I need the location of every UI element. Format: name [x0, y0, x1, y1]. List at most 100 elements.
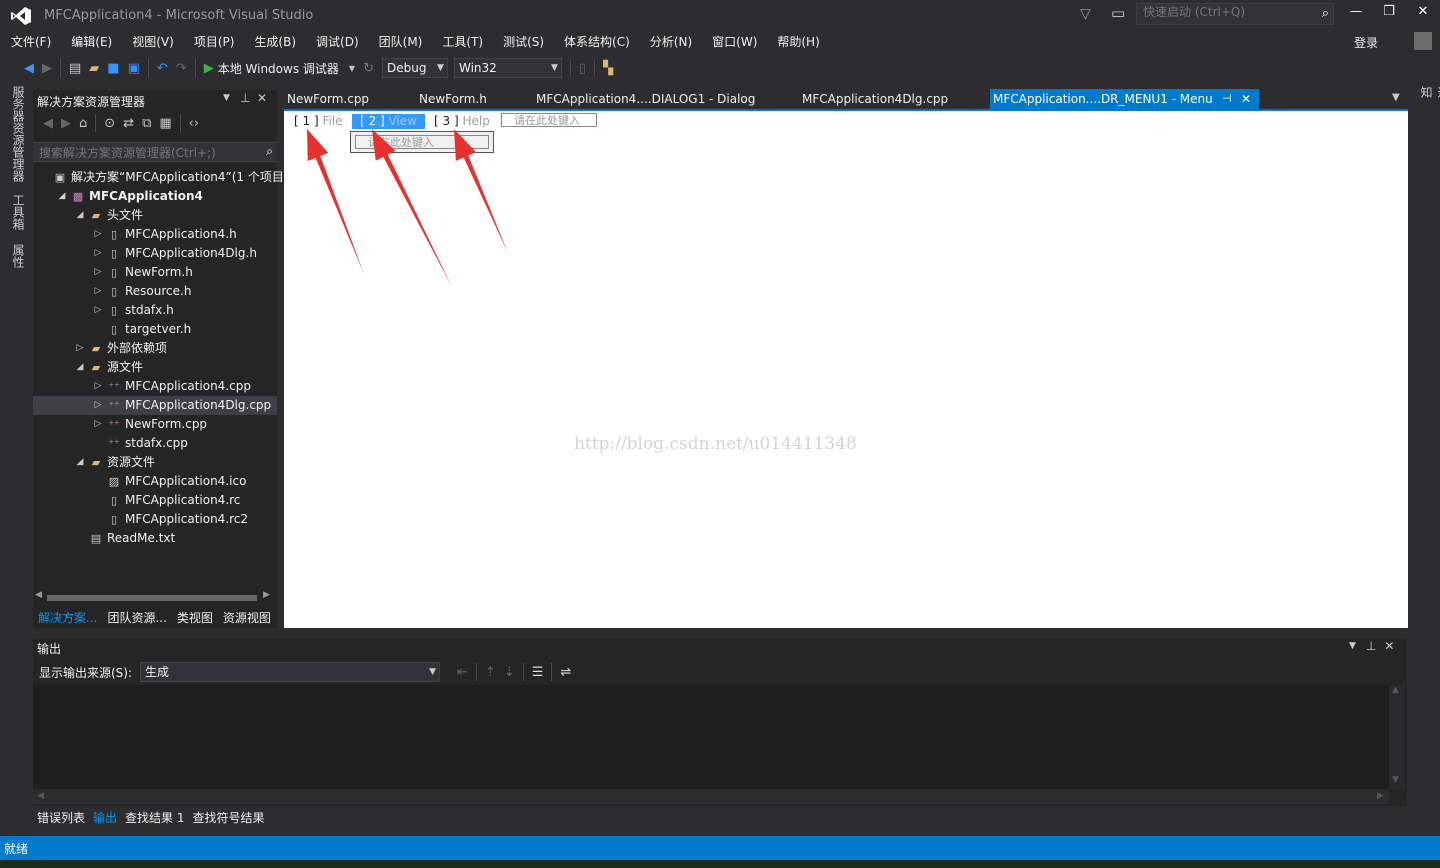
- tab-team-explorer[interactable]: 团队资源...: [102, 608, 171, 628]
- tree-item[interactable]: ◢ ▰ 资源文件: [33, 453, 277, 472]
- expand-arrow-icon[interactable]: ▷: [93, 263, 103, 282]
- tree-item[interactable]: ▷ ⁺⁺ MFCApplication4Dlg.cpp: [33, 396, 277, 415]
- menu-test[interactable]: 测试(S): [493, 30, 554, 54]
- menu-help[interactable]: 帮助(H): [767, 30, 829, 54]
- output-text-area[interactable]: [33, 685, 1389, 789]
- expand-arrow-icon[interactable]: ▷: [93, 415, 103, 434]
- go-to-message-icon[interactable]: ⇤: [457, 665, 468, 680]
- expand-arrow-icon[interactable]: ▷: [93, 396, 103, 415]
- menu-debug[interactable]: 调试(D): [306, 30, 369, 54]
- quick-launch-input[interactable]: [1141, 4, 1315, 20]
- refresh-icon[interactable]: ↻: [363, 61, 374, 76]
- navigate-back-icon[interactable]: ◀: [24, 61, 34, 76]
- horizontal-scrollbar[interactable]: ◀ ▶: [33, 790, 1389, 804]
- dropdown-arrow-icon[interactable]: ▼: [349, 64, 355, 73]
- tab-class-view[interactable]: 类视图: [172, 608, 218, 628]
- scroll-up-icon[interactable]: ▲: [1392, 685, 1399, 695]
- menu-file[interactable]: 文件(F): [1, 30, 61, 54]
- expand-arrow-icon[interactable]: ▷: [93, 244, 103, 263]
- expand-arrow-icon[interactable]: ▷: [93, 282, 103, 301]
- menu-team[interactable]: 团队(M): [369, 30, 433, 54]
- tree-item[interactable]: ▤ ReadMe.txt: [33, 529, 277, 548]
- tree-item[interactable]: ▷ ▯ NewForm.h: [33, 263, 277, 282]
- tree-item[interactable]: ▷ ▰ 外部依赖项: [33, 339, 277, 358]
- tree-item[interactable]: ▷ ▯ MFCApplication4.h: [33, 225, 277, 244]
- redo-icon[interactable]: ↷: [176, 61, 187, 76]
- account-avatar-icon[interactable]: [1414, 32, 1432, 50]
- tree-item[interactable]: ▷ ⁺⁺ MFCApplication4.cpp: [33, 377, 277, 396]
- menu-edit[interactable]: 编辑(E): [61, 30, 122, 54]
- menu-resource-editor[interactable]: [ 1 ] File [ 2 ] View [ 3 ] Help 请在此处键入 …: [284, 111, 1408, 628]
- solution-platform-combo[interactable]: Win32 ▼: [453, 58, 562, 78]
- expand-arrow-icon[interactable]: ▷: [93, 377, 103, 396]
- tree-item[interactable]: ▯ targetver.h: [33, 320, 277, 339]
- sign-in-link[interactable]: 登录: [1354, 34, 1378, 51]
- scroll-thumb[interactable]: [47, 595, 257, 601]
- window-position-icon[interactable]: ▼: [223, 93, 230, 103]
- solution-search-input[interactable]: [37, 145, 251, 161]
- tab-find-results-1[interactable]: 查找结果 1: [121, 808, 188, 828]
- doc-tab-menu-active[interactable]: MFCApplication....DR_MENU1 - Menu ⊣ ✕: [990, 89, 1259, 109]
- doc-tab-newform-cpp[interactable]: NewForm.cpp: [284, 89, 369, 109]
- view-code-icon[interactable]: ‹›: [189, 116, 199, 131]
- collapse-arrow-icon[interactable]: ◢: [75, 358, 85, 377]
- new-project-icon[interactable]: ▤: [69, 61, 81, 76]
- pin-icon[interactable]: ⊥: [240, 91, 250, 105]
- menu-analyze[interactable]: 分析(N): [640, 30, 702, 54]
- quick-launch-box[interactable]: ⌕: [1136, 3, 1334, 25]
- scroll-left-icon[interactable]: ◀: [37, 791, 44, 801]
- back-icon[interactable]: ◀: [43, 116, 53, 131]
- find-in-files-icon[interactable]: ▯: [579, 61, 586, 76]
- doc-tab-newform-h[interactable]: NewForm.h: [416, 89, 487, 109]
- collapse-all-icon[interactable]: ⧉: [142, 116, 151, 131]
- tab-output[interactable]: 输出: [89, 808, 121, 828]
- menu-tools[interactable]: 工具(T): [432, 30, 493, 54]
- tab-solution-explorer[interactable]: 解决方案...: [33, 608, 102, 628]
- scroll-left-icon[interactable]: ◀: [35, 590, 42, 600]
- tab-overflow-dropdown-icon[interactable]: ▼: [1392, 92, 1400, 103]
- save-all-icon[interactable]: ▣: [128, 61, 140, 76]
- doc-tab-dlg-cpp[interactable]: MFCApplication4Dlg.cpp: [799, 89, 948, 109]
- horizontal-scrollbar[interactable]: ◀ ▶: [33, 590, 273, 604]
- solution-configuration-combo[interactable]: Debug ▼: [381, 58, 448, 78]
- tree-item[interactable]: ▣ 解决方案“MFCApplication4”(1 个项目): [33, 168, 289, 187]
- navigate-forward-icon[interactable]: ▶: [42, 61, 52, 76]
- undo-icon[interactable]: ↶: [157, 61, 168, 76]
- restore-button[interactable]: ❐: [1374, 4, 1404, 24]
- tree-item[interactable]: ◢ ▩ MFCApplication4: [33, 187, 277, 206]
- feedback-icon[interactable]: ▭: [1111, 4, 1125, 22]
- tree-item[interactable]: ▷ ▯ stdafx.h: [33, 301, 277, 320]
- solution-explorer-icon[interactable]: ▚: [603, 61, 613, 76]
- start-debug-icon[interactable]: ▶: [204, 61, 214, 76]
- start-debug-button[interactable]: 本地 Windows 调试器: [218, 60, 339, 77]
- tree-item[interactable]: ◢ ▰ 头文件: [33, 206, 277, 225]
- pin-tab-icon[interactable]: ⊣: [1222, 89, 1232, 109]
- collapse-arrow-icon[interactable]: ◢: [57, 187, 67, 206]
- tree-item[interactable]: ▷ ⁺⁺ NewForm.cpp: [33, 415, 277, 434]
- tree-item[interactable]: ▨ MFCApplication4.ico: [33, 472, 277, 491]
- close-icon[interactable]: ✕: [1384, 639, 1394, 653]
- tree-item[interactable]: ▷ ▯ Resource.h: [33, 282, 277, 301]
- clear-all-icon[interactable]: ☰: [532, 665, 544, 680]
- tree-item[interactable]: ▯ MFCApplication4.rc: [33, 491, 277, 510]
- collapse-arrow-icon[interactable]: ◢: [75, 206, 85, 225]
- word-wrap-icon[interactable]: ⇌: [560, 665, 571, 680]
- show-all-files-icon[interactable]: ▦: [159, 116, 171, 131]
- server-explorer-tab[interactable]: 服务器资源管理器: [10, 86, 27, 182]
- sync-icon[interactable]: ⇄: [123, 116, 134, 131]
- tree-item[interactable]: ◢ ▰ 源文件: [33, 358, 277, 377]
- tab-resource-view[interactable]: 资源视图: [218, 608, 276, 628]
- notifications-tab[interactable]: 通知: [1418, 86, 1440, 98]
- forward-icon[interactable]: ▶: [61, 116, 71, 131]
- expand-arrow-icon[interactable]: ▷: [93, 225, 103, 244]
- search-icon[interactable]: ⌕: [1322, 6, 1329, 21]
- menu-build[interactable]: 生成(B): [244, 30, 306, 54]
- tree-item[interactable]: ▷ ▯ MFCApplication4Dlg.h: [33, 244, 277, 263]
- previous-message-icon[interactable]: ⇡: [485, 665, 496, 680]
- menu-window[interactable]: 窗口(W): [702, 30, 767, 54]
- next-message-icon[interactable]: ⇣: [504, 665, 515, 680]
- tab-find-symbol-results[interactable]: 查找符号结果: [188, 808, 268, 828]
- solution-explorer-search[interactable]: ⌕: [33, 142, 277, 162]
- pending-changes-filter-icon[interactable]: ⊙: [104, 116, 115, 131]
- expand-arrow-icon[interactable]: ▷: [93, 301, 103, 320]
